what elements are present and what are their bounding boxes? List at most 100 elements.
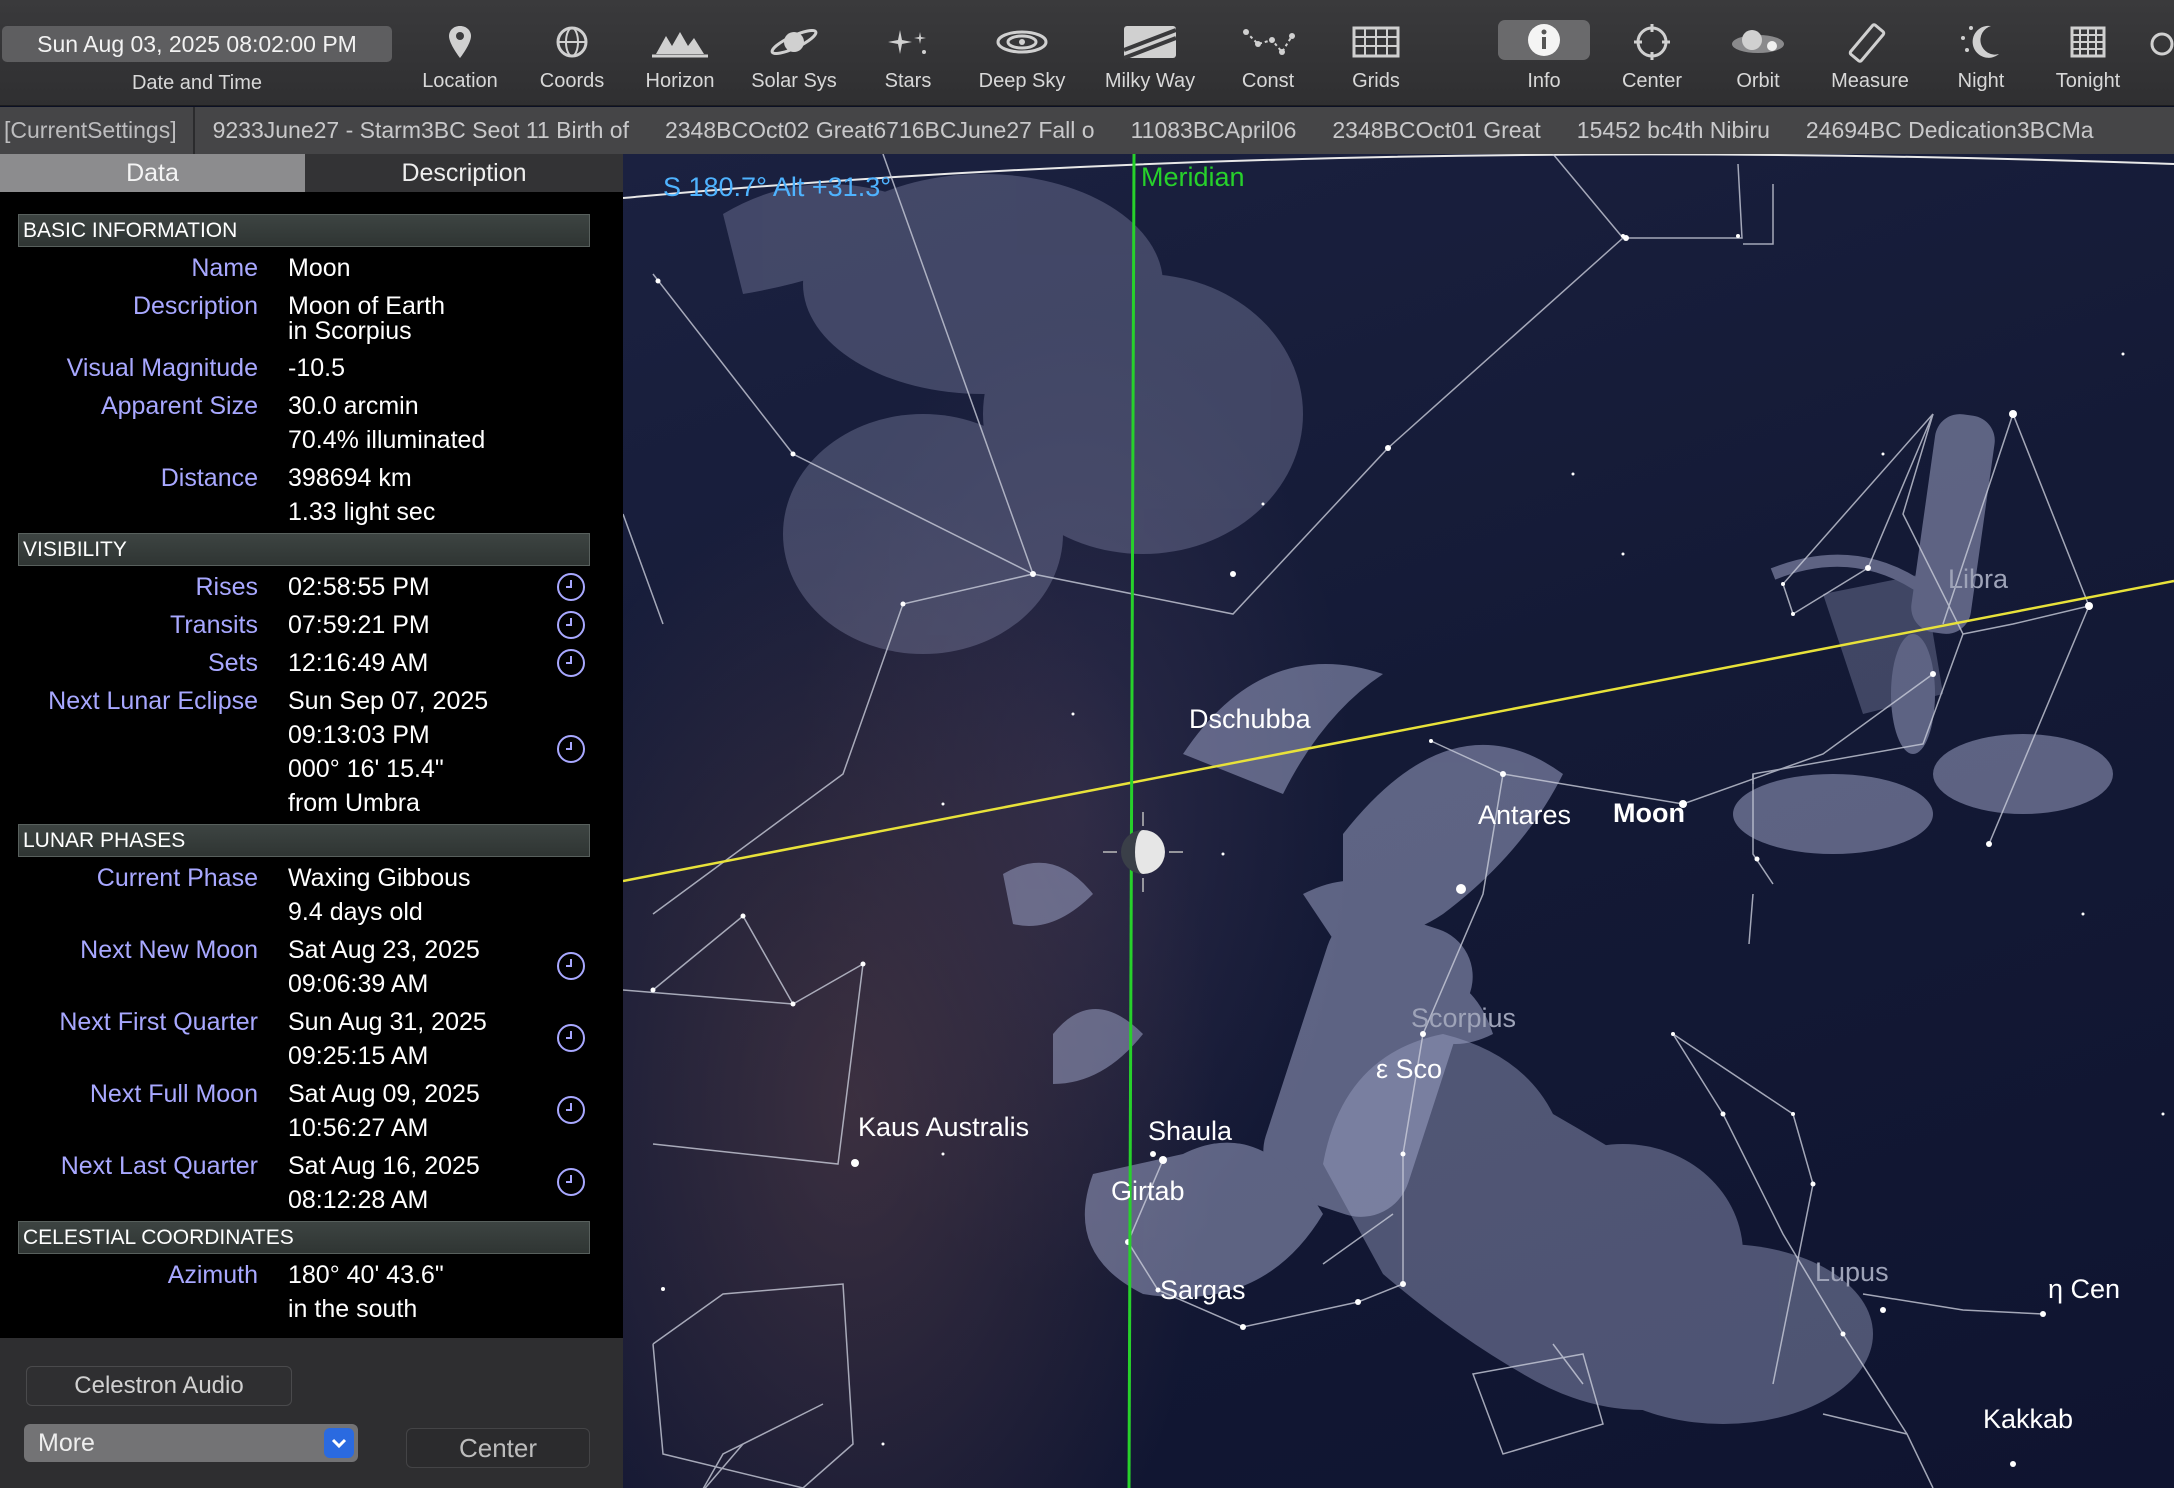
info-value: 180° 40' 43.6" [288, 1261, 444, 1289]
clock-icon[interactable] [556, 734, 586, 764]
constellation-label-libra[interactable]: Libra [1948, 564, 2008, 595]
info-row-distance-2: 1.33 light sec [18, 495, 590, 533]
info-button[interactable]: Info [1484, 20, 1604, 102]
clock-icon[interactable] [556, 1023, 586, 1053]
constellation-icon [1243, 29, 1295, 55]
solar-sys-label: Solar Sys [751, 70, 837, 92]
info-value: -10.5 [288, 354, 345, 382]
grids-button[interactable]: Grids [1316, 20, 1436, 102]
ticker-event[interactable]: 24694BC Dedication3BCMa [1788, 107, 2112, 154]
view-direction-readout: S 180.7° Alt +31.3° [663, 172, 892, 202]
center-button[interactable]: Center [406, 1428, 590, 1468]
ticker-event[interactable]: 11083BCApril06 [1113, 107, 1315, 154]
clock-icon[interactable] [556, 610, 586, 640]
info-value: 07:59:21 PM [288, 611, 430, 639]
grid-icon [1352, 26, 1400, 58]
tab-description[interactable]: Description [305, 154, 623, 192]
date-time-caption: Date and Time [131, 72, 263, 94]
info-row-first-quarter: Next First Quarter Sun Aug 31, 2025 09:2… [18, 1005, 590, 1077]
star-label-sargas[interactable]: Sargas [1160, 1275, 1246, 1306]
location-label: Location [422, 70, 498, 92]
star-label-shaula[interactable]: Shaula [1148, 1116, 1232, 1147]
info-row-azimuth: Azimuth 180° 40' 43.6" in the south [18, 1258, 590, 1330]
info-value: 30.0 arcmin [288, 392, 419, 420]
moon-label[interactable]: Moon [1613, 798, 1685, 829]
section-header-visibility: VISIBILITY [18, 533, 590, 566]
star-label-dschubba[interactable]: Dschubba [1189, 704, 1311, 735]
info-value: in the south [288, 1295, 418, 1323]
info-icon [1528, 24, 1560, 56]
stars-button[interactable]: Stars [848, 20, 968, 102]
deep-sky-label: Deep Sky [978, 70, 1066, 92]
clock-icon[interactable] [556, 648, 586, 678]
info-value: from Umbra [288, 789, 420, 817]
deep-sky-button[interactable]: Deep Sky [962, 20, 1082, 102]
clock-icon[interactable] [556, 572, 586, 602]
celestron-audio-button[interactable]: Celestron Audio [26, 1366, 292, 1406]
const-button[interactable]: Const [1208, 20, 1328, 102]
info-label: Next New Moon [80, 936, 258, 964]
more-dropdown[interactable]: More [24, 1424, 358, 1462]
tonight-button[interactable]: Tonight [2028, 20, 2148, 102]
milky-way-label: Milky Way [1104, 70, 1196, 92]
location-button[interactable]: Location [400, 20, 520, 102]
tab-data[interactable]: Data [0, 154, 305, 192]
info-value: 398694 km [288, 464, 412, 492]
info-row-sets: Sets 12:16:49 AM [18, 646, 590, 684]
info-value: in Scorpius [288, 317, 412, 345]
info-row-description-2: in Scorpius [18, 314, 590, 345]
clock-icon[interactable] [556, 951, 586, 981]
info-label: Next Lunar Eclipse [48, 687, 258, 715]
moon-night-icon [1961, 25, 1999, 58]
milky-way-button[interactable]: Milky Way [1090, 20, 1210, 102]
location-pin-icon [449, 26, 471, 58]
info-label: Next First Quarter [59, 1008, 258, 1036]
sky-view[interactable]: S 180.7° Alt +31.3° Meridian Dschubba An… [623, 154, 2174, 1488]
info-label: Transits [170, 611, 258, 639]
star-label-eps-sco[interactable]: ε Sco [1376, 1054, 1442, 1085]
section-header-coords: CELESTIAL COORDINATES [18, 1221, 590, 1254]
galaxy-icon [996, 30, 1048, 54]
search-icon[interactable] [2146, 30, 2174, 62]
ticker-event[interactable]: 9233June27 - Starm3BC Seot 11 Birth of [195, 107, 647, 154]
info-value: 02:58:55 PM [288, 573, 430, 601]
ticker-event[interactable]: 15452 bc4th Nibiru [1559, 107, 1788, 154]
moon-marker[interactable] [1103, 812, 1183, 892]
tonight-label: Tonight [2055, 70, 2121, 92]
horizon-icon [652, 32, 708, 58]
star-label-eta-cen[interactable]: η Cen [2048, 1274, 2120, 1305]
date-time-field[interactable]: Sun Aug 03, 2025 08:02:00 PM [2, 26, 392, 62]
night-button[interactable]: Night [1921, 20, 2041, 102]
section-header-basic: BASIC INFORMATION [18, 214, 590, 247]
measure-button[interactable]: Measure [1810, 20, 1930, 102]
orbit-button[interactable]: Orbit [1698, 20, 1818, 102]
ticker-event[interactable]: 2348BCOct02 Great6716BCJune27 Fall o [647, 107, 1113, 154]
more-dropdown-label: More [38, 1429, 95, 1457]
star-label-antares[interactable]: Antares [1478, 800, 1571, 831]
constellation-label-lupus[interactable]: Lupus [1815, 1257, 1889, 1288]
info-row-magnitude: Visual Magnitude -10.5 [18, 351, 590, 389]
horizon-label: Horizon [645, 70, 715, 92]
info-label: Rises [195, 573, 258, 601]
calendar-icon [2070, 26, 2106, 58]
ticker-event[interactable]: 2348BCOct01 Great [1314, 107, 1558, 154]
horizon-button[interactable]: Horizon [620, 20, 740, 102]
orbit-label: Orbit [1736, 70, 1780, 92]
info-value: 09:25:15 AM [288, 1042, 429, 1070]
info-value: 10:56:27 AM [288, 1114, 429, 1142]
coords-button[interactable]: Coords [512, 20, 632, 102]
clock-icon[interactable] [556, 1167, 586, 1197]
constellation-figure-ophiuchus [723, 174, 1303, 654]
star-label-girtab[interactable]: Girtab [1111, 1176, 1185, 1207]
constellation-label-scorpius[interactable]: Scorpius [1411, 1003, 1516, 1034]
saturn-icon [770, 28, 818, 56]
solar-sys-button[interactable]: Solar Sys [734, 20, 854, 102]
star-label-kaus-australis[interactable]: Kaus Australis [858, 1112, 1029, 1143]
center-tool-button[interactable]: Center [1592, 20, 1712, 102]
info-row-last-quarter: Next Last Quarter Sat Aug 16, 2025 08:12… [18, 1149, 590, 1221]
current-settings-label[interactable]: [CurrentSettings] [0, 107, 195, 154]
info-row-transits: Transits 07:59:21 PM [18, 608, 590, 646]
clock-icon[interactable] [556, 1095, 586, 1125]
info-label: Visual Magnitude [66, 354, 258, 382]
star-label-kakkab[interactable]: Kakkab [1983, 1404, 2073, 1435]
